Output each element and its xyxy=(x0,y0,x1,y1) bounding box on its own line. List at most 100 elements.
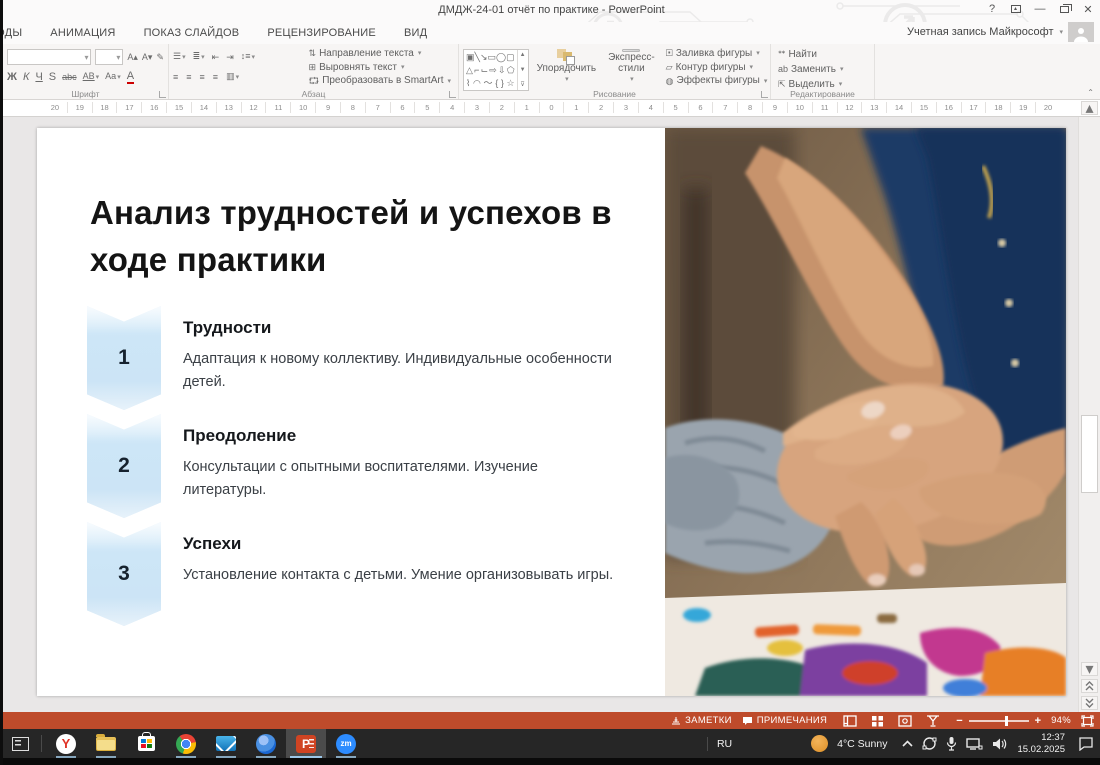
fit-slide-button[interactable] xyxy=(1081,715,1094,727)
shape-fill-button[interactable]: 🞔Заливка фигуры▾ xyxy=(666,47,768,60)
zoom-in-button[interactable]: + xyxy=(1035,715,1041,727)
arc-shape-icon[interactable]: ◠ xyxy=(473,78,481,88)
rounded-rect-shape-icon[interactable]: ▢ xyxy=(506,52,515,62)
quick-styles-button[interactable]: Экспресс-стили▾ xyxy=(604,47,659,87)
action-center-icon[interactable] xyxy=(1078,737,1094,751)
triangle-shape-icon[interactable]: △ xyxy=(466,65,473,75)
zoom-slider[interactable] xyxy=(969,720,1029,722)
decrease-indent-button[interactable]: ⇤ xyxy=(212,51,220,63)
zoom-level[interactable]: 94% xyxy=(1051,715,1071,726)
justify-button[interactable]: ≡ xyxy=(213,71,218,83)
account-area[interactable]: Учетная запись Майкрософт ▾ xyxy=(907,22,1094,42)
find-button[interactable]: ᕯНайти xyxy=(778,47,817,61)
zoom-slider-thumb[interactable] xyxy=(1005,716,1008,726)
rectangle-shape-icon[interactable]: ▭ xyxy=(487,52,496,62)
underline-button[interactable]: Ч xyxy=(35,71,42,83)
elbow-shape-icon[interactable]: ⌐ xyxy=(474,65,479,75)
list-item[interactable]: 3 Успехи Установление контакта с детьми.… xyxy=(87,522,647,626)
slide[interactable]: Анализ трудностей и успехов в ходе практ… xyxy=(37,128,1066,696)
ribbon-display-options-button[interactable]: ▴ xyxy=(1008,2,1024,16)
arrange-button[interactable]: Упорядочить▾ xyxy=(533,47,601,87)
freeform-shape-icon[interactable]: ⌙ xyxy=(481,65,489,75)
star-shape-icon[interactable]: ☆ xyxy=(507,78,515,88)
line-spacing-button[interactable]: ↕≡▾ xyxy=(241,50,255,64)
curve-shape-icon[interactable]: 〜 xyxy=(484,78,493,88)
columns-button[interactable]: ▥▾ xyxy=(226,70,239,84)
scrollbar-thumb[interactable] xyxy=(1081,415,1098,493)
bold-button[interactable]: Ж xyxy=(7,71,17,83)
vertical-scrollbar[interactable]: ▴ ▾ xyxy=(1078,117,1100,712)
taskbar-microsoft-store[interactable] xyxy=(126,729,166,758)
font-size-dropdown[interactable]: ▾ xyxy=(95,49,123,65)
replace-button[interactable]: abЗаменить▾ xyxy=(778,62,843,76)
comments-button[interactable]: ПРИМЕЧАНИЯ xyxy=(742,715,827,726)
taskbar-powerpoint[interactable]: P xyxy=(286,729,326,758)
reading-view-button[interactable] xyxy=(898,715,912,727)
slide-title[interactable]: Анализ трудностей и успехов в ходе практ… xyxy=(90,190,630,284)
drawing-dialog-launcher[interactable] xyxy=(761,91,768,98)
scribble-shape-icon[interactable]: ⌇ xyxy=(466,78,470,88)
align-right-button[interactable]: ≡ xyxy=(200,71,205,83)
scroll-up-button[interactable]: ▴ xyxy=(1081,101,1098,115)
font-name-dropdown[interactable]: ▾ xyxy=(7,49,91,65)
zoom-out-button[interactable]: − xyxy=(956,715,962,727)
font-dialog-launcher[interactable] xyxy=(159,91,166,98)
minimize-button[interactable]: — xyxy=(1032,2,1048,16)
taskbar-chromium[interactable] xyxy=(246,729,286,758)
oval-shape-icon[interactable]: ◯ xyxy=(496,52,506,62)
right-brace-shape-icon[interactable]: } xyxy=(501,78,504,88)
grow-font-button[interactable]: A▴ xyxy=(127,51,138,63)
increase-indent-button[interactable]: ⇥ xyxy=(226,51,234,63)
scroll-down-button[interactable]: ▾ xyxy=(1081,662,1098,676)
shape-effects-button[interactable]: ◍Эффекты фигуры▾ xyxy=(666,74,768,87)
tab-view[interactable]: ВИД xyxy=(390,24,441,42)
shape-outline-button[interactable]: ▱Контур фигуры▾ xyxy=(666,61,768,74)
right-arrow-shape-icon[interactable]: ⇨ xyxy=(489,65,497,75)
network-display-icon[interactable] xyxy=(966,737,983,751)
taskbar-mail[interactable] xyxy=(206,729,246,758)
taskbar-chrome[interactable] xyxy=(166,729,206,758)
shapes-gallery[interactable]: ▣╲↘▭◯▢ △⌐⌙⇨⇩⬠ ⌇◠〜{}☆ ▲▼⊽ xyxy=(463,49,529,91)
taskbar-zoom[interactable]: zm xyxy=(326,729,366,758)
character-spacing-button[interactable]: АВ▾ xyxy=(83,70,100,84)
collapse-ribbon-icon[interactable]: ⌃ xyxy=(1087,88,1094,97)
normal-view-button[interactable] xyxy=(843,715,857,727)
close-button[interactable]: ✕ xyxy=(1080,2,1096,16)
convert-smartart-button[interactable]: ⮔Преобразовать в SmartArt▾ xyxy=(309,74,451,87)
clear-formatting-button[interactable]: ✎ xyxy=(156,51,164,63)
numbering-button[interactable]: ≣▾ xyxy=(193,50,205,64)
previous-slide-button[interactable] xyxy=(1081,679,1098,693)
shapes-gallery-scroll[interactable]: ▲▼⊽ xyxy=(517,50,528,90)
align-left-button[interactable]: ≡ xyxy=(173,71,178,83)
restore-button[interactable] xyxy=(1056,2,1072,16)
weather-sun-icon[interactable] xyxy=(811,735,828,752)
corner-shape-icon[interactable]: ⬠ xyxy=(507,65,515,75)
slide-sorter-view-button[interactable] xyxy=(871,715,884,727)
italic-button[interactable]: К xyxy=(23,71,29,83)
font-color-button[interactable]: А xyxy=(127,70,134,84)
recorder-tray-icon[interactable] xyxy=(922,736,937,751)
weather-text[interactable]: 4°C Sunny xyxy=(837,738,887,750)
clock[interactable]: 12:37 15.02.2025 xyxy=(1017,732,1065,756)
taskbar-file-explorer[interactable] xyxy=(86,729,126,758)
strikethrough-button[interactable]: abc xyxy=(62,71,77,83)
language-indicator[interactable]: RU xyxy=(717,738,732,750)
down-arrow-shape-icon[interactable]: ⇩ xyxy=(498,65,506,75)
paragraph-dialog-launcher[interactable] xyxy=(449,91,456,98)
taskbar-yandex-browser[interactable]: Y xyxy=(46,729,86,758)
microphone-icon[interactable] xyxy=(946,736,957,751)
tab-slideshow[interactable]: ПОКАЗ СЛАЙДОВ xyxy=(130,24,254,42)
volume-icon[interactable] xyxy=(992,737,1008,751)
start-button[interactable] xyxy=(3,729,37,758)
change-case-button[interactable]: Aa▾ xyxy=(105,70,121,84)
align-text-button[interactable]: ⊞Выровнять текст▾ xyxy=(309,61,451,74)
tab-animation[interactable]: АНИМАЦИЯ xyxy=(36,24,129,42)
arrow-shape-icon[interactable]: ↘ xyxy=(480,52,488,62)
slideshow-view-button[interactable] xyxy=(926,715,940,727)
align-center-button[interactable]: ≡ xyxy=(186,71,191,83)
next-slide-button[interactable] xyxy=(1081,696,1098,710)
hidden-icons-chevron[interactable] xyxy=(902,740,913,747)
list-item[interactable]: 2 Преодоление Консультации с опытными во… xyxy=(87,414,647,518)
shrink-font-button[interactable]: A▾ xyxy=(142,51,153,63)
textbox-shape-icon[interactable]: ▣ xyxy=(466,52,475,62)
